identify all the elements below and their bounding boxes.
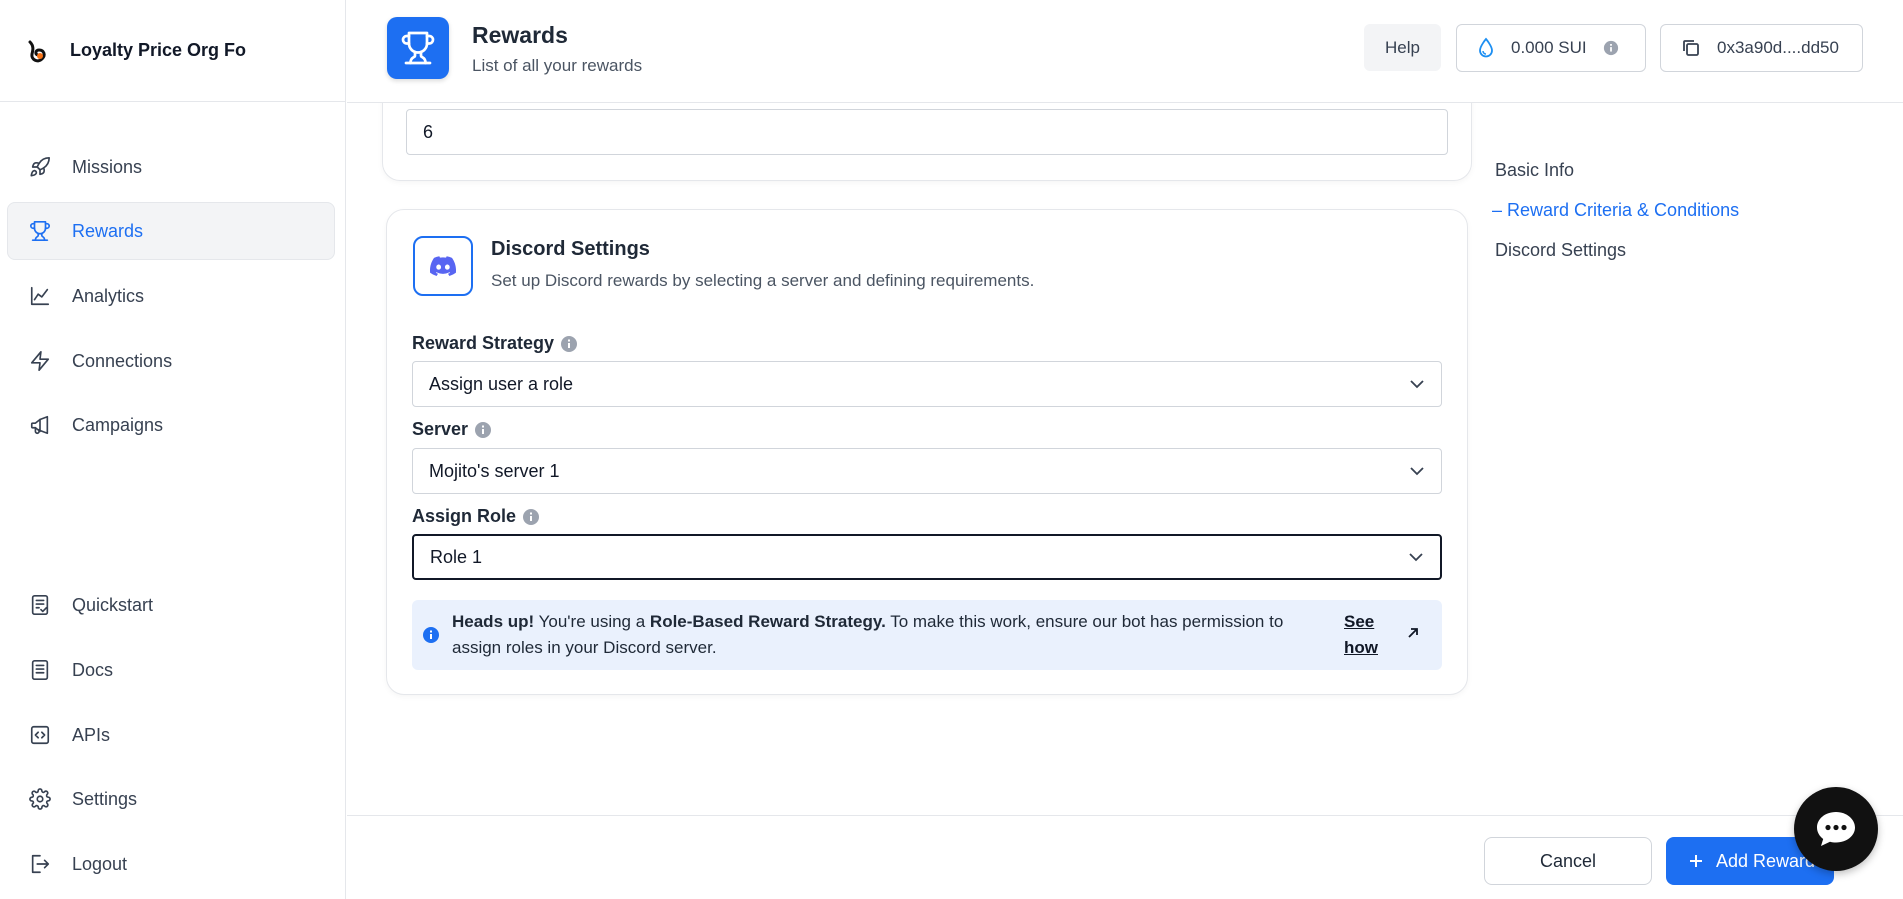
help-button[interactable]: Help [1364, 24, 1441, 71]
megaphone-icon [28, 413, 52, 437]
sidebar-item-label: Analytics [72, 285, 145, 306]
brand-name: Loyalty Price Org Fo [70, 40, 247, 60]
chevron-down-icon [1409, 379, 1425, 389]
sidebar-item-label: Docs [72, 659, 114, 680]
select-value: Mojito's server 1 [429, 460, 560, 481]
assign-role-select[interactable]: Role 1 [412, 534, 1442, 580]
info-icon[interactable] [560, 335, 578, 353]
alert-text: Heads up! You're using a Role-Based Rewa… [452, 609, 1312, 661]
code-icon [28, 723, 52, 747]
lightning-icon [28, 349, 52, 373]
sidebar-item-settings[interactable]: Settings [7, 770, 335, 828]
brand-logo-icon [28, 40, 46, 62]
cancel-button[interactable]: Cancel [1484, 837, 1652, 885]
select-value: Assign user a role [429, 373, 574, 394]
outline-reward-criteria[interactable]: – Reward Criteria & Conditions [1492, 200, 1739, 221]
sidebar-item-logout[interactable]: Logout [7, 835, 335, 893]
info-icon[interactable] [474, 421, 492, 439]
sidebar-item-docs[interactable]: Docs [7, 641, 335, 699]
sidebar-item-apis[interactable]: APIs [7, 706, 335, 764]
sidebar: Loyalty Price Org Fo Missions Rewards An… [0, 0, 346, 899]
see-how-link[interactable]: See how [1344, 609, 1386, 661]
info-circle-icon [422, 626, 440, 644]
sidebar-item-label: APIs [72, 724, 111, 745]
trophy-icon [28, 219, 52, 243]
page-subtitle: List of all your rewards [472, 56, 643, 75]
sidebar-item-label: Connections [72, 350, 173, 371]
external-arrow-icon[interactable] [1406, 626, 1420, 640]
info-icon[interactable] [522, 508, 540, 526]
label-text: Assign Role [412, 506, 517, 526]
reward-strategy-label: Reward Strategy [412, 333, 578, 354]
role-strategy-alert: Heads up! You're using a Role-Based Rewa… [412, 600, 1442, 670]
wallet-balance: 0.000 SUI [1511, 38, 1587, 57]
reward-strategy-select[interactable]: Assign user a role [412, 361, 1442, 407]
info-icon [1603, 40, 1619, 56]
alert-text-1: You're using a [534, 612, 650, 631]
chat-bubble-icon[interactable] [1794, 787, 1878, 871]
sidebar-item-label: Logout [72, 853, 128, 874]
discord-settings-card: Discord Settings Set up Discord rewards … [386, 209, 1468, 695]
label-text: Server [412, 419, 469, 439]
sidebar-item-campaigns[interactable]: Campaigns [7, 396, 335, 454]
number-input[interactable]: 6 [406, 109, 1448, 155]
wallet-balance-button[interactable]: 0.000 SUI [1456, 24, 1646, 72]
sidebar-item-label: Rewards [72, 220, 144, 241]
rocket-icon [28, 155, 52, 179]
card-description: Set up Discord rewards by selecting a se… [491, 271, 1035, 290]
chevron-down-icon [1408, 552, 1424, 562]
add-reward-label: Add Reward [1716, 850, 1816, 871]
sidebar-item-label: Settings [72, 788, 138, 809]
sidebar-item-connections[interactable]: Connections [7, 332, 335, 390]
sidebar-item-quickstart[interactable]: Quickstart [7, 576, 335, 634]
wallet-address: 0x3a90d....dd50 [1717, 38, 1839, 57]
outline-discord-settings[interactable]: Discord Settings [1495, 240, 1626, 261]
outline-basic-info[interactable]: Basic Info [1495, 160, 1574, 181]
discord-icon [413, 236, 473, 296]
sidebar-item-missions[interactable]: Missions [7, 138, 335, 196]
sidebar-item-label: Campaigns [72, 414, 164, 435]
label-text: Reward Strategy [412, 333, 555, 353]
brand[interactable]: Loyalty Price Org Fo [0, 0, 345, 102]
sidebar-item-analytics[interactable]: Analytics [7, 267, 335, 325]
page-title: Rewards [472, 22, 568, 48]
alert-strategy: Role-Based Reward Strategy. [649, 612, 886, 631]
card-title: Discord Settings [491, 238, 650, 260]
droplet-icon [1477, 37, 1495, 59]
chart-line-icon [28, 284, 52, 308]
trophy-icon [387, 17, 449, 79]
sidebar-item-rewards[interactable]: Rewards [7, 202, 335, 260]
form-footer: Cancel Add Reward [347, 815, 1903, 899]
logout-icon [28, 852, 52, 876]
chevron-down-icon [1409, 466, 1425, 476]
assign-role-label: Assign Role [412, 506, 540, 527]
copy-icon [1681, 38, 1701, 58]
gear-icon [28, 787, 52, 811]
wallet-address-button[interactable]: 0x3a90d....dd50 [1660, 24, 1863, 72]
sidebar-item-label: Missions [72, 156, 143, 177]
plus-icon [1688, 853, 1704, 869]
server-select[interactable]: Mojito's server 1 [412, 448, 1442, 494]
page-header: Rewards List of all your rewards Help 0.… [347, 0, 1903, 103]
document-icon [28, 658, 52, 682]
sidebar-item-label: Quickstart [72, 594, 154, 615]
checklist-icon [28, 593, 52, 617]
select-value: Role 1 [430, 546, 483, 567]
server-label: Server [412, 419, 492, 440]
alert-heads-up: Heads up! [452, 612, 535, 631]
